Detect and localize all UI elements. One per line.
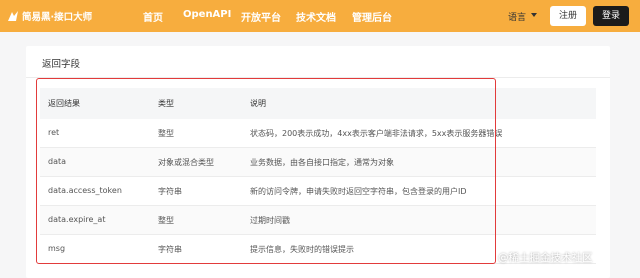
nav-item-docs[interactable]: 技术文档 — [296, 9, 336, 24]
highlight-box — [36, 78, 496, 264]
watermark: @稀土掘金技术社区 — [498, 252, 593, 264]
section-title: 返回字段 — [42, 59, 81, 70]
chevron-down-icon[interactable] — [531, 13, 537, 17]
nav-item-admin[interactable]: 管理后台 — [352, 9, 392, 24]
logo-icon — [8, 11, 18, 21]
language-select[interactable]: 语言 — [508, 10, 526, 23]
register-button[interactable]: 注册 — [550, 6, 586, 26]
top-navbar: 简易黑·接口大师 首页 OpenAPI 开放平台 技术文档 管理后台 语言 注册… — [0, 0, 640, 32]
nav-item-open-platform[interactable]: 开放平台 — [241, 9, 281, 24]
nav-item-home[interactable]: 首页 — [143, 9, 163, 24]
nav-item-openapi[interactable]: OpenAPI — [183, 9, 231, 20]
brand-name[interactable]: 简易黑·接口大师 — [22, 9, 92, 23]
login-button[interactable]: 登录 — [593, 6, 629, 26]
